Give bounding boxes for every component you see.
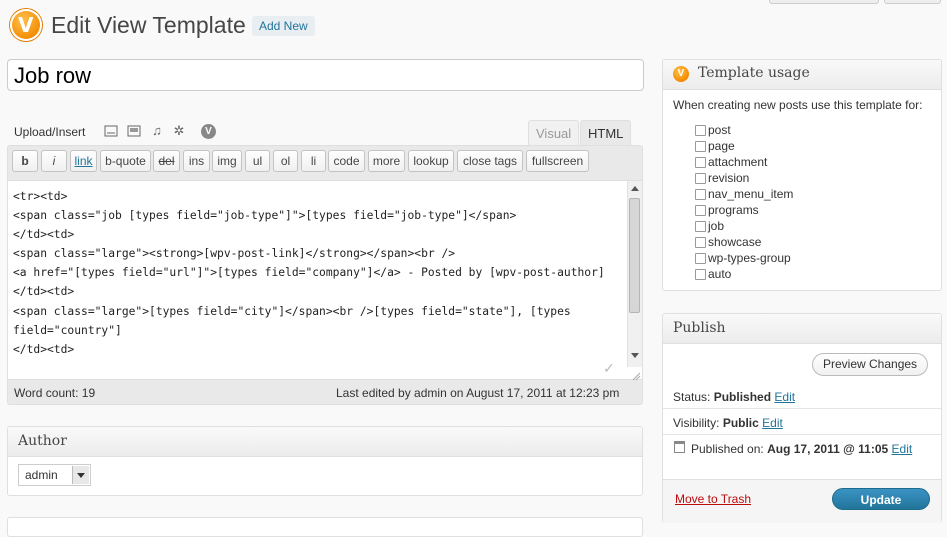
qt-link-button[interactable]: link — [70, 150, 97, 172]
move-to-trash-link[interactable]: Move to Trash — [675, 492, 751, 506]
post-type-label: post — [708, 123, 731, 137]
next-metabox — [7, 517, 643, 537]
status-row: Status: Published Edit — [673, 390, 795, 404]
published-label: Published on: — [691, 442, 764, 456]
checkbox[interactable] — [695, 205, 706, 216]
checkbox[interactable] — [695, 269, 706, 280]
post-type-list: post page attachment revision nav_menu_i… — [695, 122, 793, 282]
checkbox[interactable] — [695, 173, 706, 184]
post-type-item[interactable]: auto — [695, 266, 793, 282]
edit-status-link[interactable]: Edit — [774, 390, 795, 404]
editor-content: <tr><td> <span class="job [types field="… — [13, 190, 605, 356]
page-title: Edit View Template — [51, 12, 246, 38]
template-usage-title: Template usage — [698, 65, 810, 81]
post-type-label: revision — [708, 171, 750, 185]
post-type-label: page — [708, 139, 735, 153]
divider — [663, 408, 941, 409]
qt-italic-button[interactable]: i — [41, 150, 67, 172]
qt-close-tags-button[interactable]: close tags — [457, 150, 523, 172]
visibility-label: Visibility: — [673, 416, 720, 430]
screen-options-tab[interactable] — [769, 0, 879, 4]
qt-li-button[interactable]: li — [301, 150, 326, 172]
resize-handle-icon[interactable] — [631, 370, 641, 381]
checkbox[interactable] — [695, 157, 706, 168]
status-label: Status: — [673, 390, 711, 404]
edit-visibility-link[interactable]: Edit — [762, 416, 783, 430]
post-type-label: attachment — [708, 155, 768, 169]
scroll-up-arrow-icon[interactable] — [631, 186, 639, 191]
tab-html[interactable]: HTML — [580, 120, 632, 146]
checkbox[interactable] — [695, 221, 706, 232]
post-type-item[interactable]: job — [695, 218, 793, 234]
help-tab[interactable] — [884, 0, 941, 4]
qt-img-button[interactable]: img — [212, 150, 242, 172]
author-select-value: admin — [25, 468, 58, 482]
post-type-label: showcase — [708, 235, 762, 249]
checkbox[interactable] — [695, 125, 706, 136]
checkbox[interactable] — [695, 141, 706, 152]
spellcheck-icon: ✓ — [603, 360, 615, 376]
published-value: Aug 17, 2011 @ 11:05 — [767, 442, 889, 456]
views-logo-letter: V — [18, 13, 34, 37]
html-editor-textarea[interactable]: <tr><td> <span class="job [types field="… — [8, 180, 642, 380]
post-type-item[interactable]: page — [695, 138, 793, 154]
qt-more-button[interactable]: more — [368, 150, 405, 172]
post-type-item[interactable]: nav_menu_item — [695, 186, 793, 202]
post-type-item[interactable]: programs — [695, 202, 793, 218]
qt-ol-button[interactable]: ol — [273, 150, 298, 172]
author-box: Author — [7, 426, 643, 496]
post-type-item[interactable]: attachment — [695, 154, 793, 170]
last-edited-text: Last edited by admin on August 17, 2011 … — [336, 386, 620, 400]
post-type-label: job — [708, 219, 725, 233]
tab-visual[interactable]: Visual — [528, 120, 580, 146]
status-value: Published — [713, 390, 772, 404]
views-icon[interactable]: V — [201, 124, 216, 139]
qt-fullscreen-button[interactable]: fullscreen — [526, 150, 589, 172]
checkbox[interactable] — [695, 189, 706, 200]
post-type-item[interactable]: revision — [695, 170, 793, 186]
media-icon[interactable]: ✲ — [172, 124, 186, 138]
visibility-value: Public — [722, 416, 759, 430]
update-button[interactable]: Update — [832, 488, 930, 510]
publish-box-title[interactable]: Publish — [663, 314, 941, 344]
image-icon[interactable] — [104, 124, 118, 138]
edit-date-link[interactable]: Edit — [892, 442, 913, 456]
checkbox[interactable] — [695, 237, 706, 248]
post-type-item[interactable]: wp-types-group — [695, 250, 793, 266]
add-new-button[interactable]: Add New — [252, 16, 315, 36]
visibility-row: Visibility: Public Edit — [673, 416, 783, 430]
post-title-input[interactable]: Job row — [7, 59, 644, 91]
word-count: Word count: 19 — [14, 386, 96, 400]
qt-ins-button[interactable]: ins — [183, 150, 210, 172]
qt-bquote-button[interactable]: b-quote — [100, 150, 151, 172]
upload-insert-label: Upload/Insert — [14, 125, 86, 139]
post-type-label: nav_menu_item — [708, 187, 794, 201]
published-on-row: Published on: Aug 17, 2011 @ 11:05 Edit — [691, 442, 912, 456]
author-select[interactable]: admin — [18, 464, 91, 486]
author-box-title[interactable]: Author — [8, 427, 642, 457]
post-type-label: auto — [708, 267, 732, 281]
divider — [663, 434, 941, 435]
post-type-item[interactable]: showcase — [695, 234, 793, 250]
chevron-down-icon — [72, 466, 89, 484]
qt-lookup-button[interactable]: lookup — [408, 150, 454, 172]
qt-bold-button[interactable]: b — [12, 150, 38, 172]
video-icon[interactable] — [127, 124, 141, 138]
scroll-thumb[interactable] — [629, 198, 640, 313]
qt-ul-button[interactable]: ul — [245, 150, 270, 172]
post-type-label: programs — [708, 203, 759, 217]
audio-icon[interactable]: ♫ — [150, 124, 164, 138]
preview-changes-button[interactable]: Preview Changes — [812, 353, 929, 376]
scroll-down-arrow-icon[interactable] — [631, 353, 639, 358]
checkbox[interactable] — [695, 253, 706, 264]
post-type-label: wp-types-group — [708, 251, 791, 265]
qt-code-button[interactable]: code — [328, 150, 365, 172]
calendar-icon — [674, 441, 685, 453]
qt-del-button[interactable]: del — [153, 150, 180, 172]
editor-scrollbar[interactable] — [627, 181, 642, 367]
template-usage-description: When creating new posts use this templat… — [673, 98, 923, 112]
post-type-item[interactable]: post — [695, 122, 793, 138]
